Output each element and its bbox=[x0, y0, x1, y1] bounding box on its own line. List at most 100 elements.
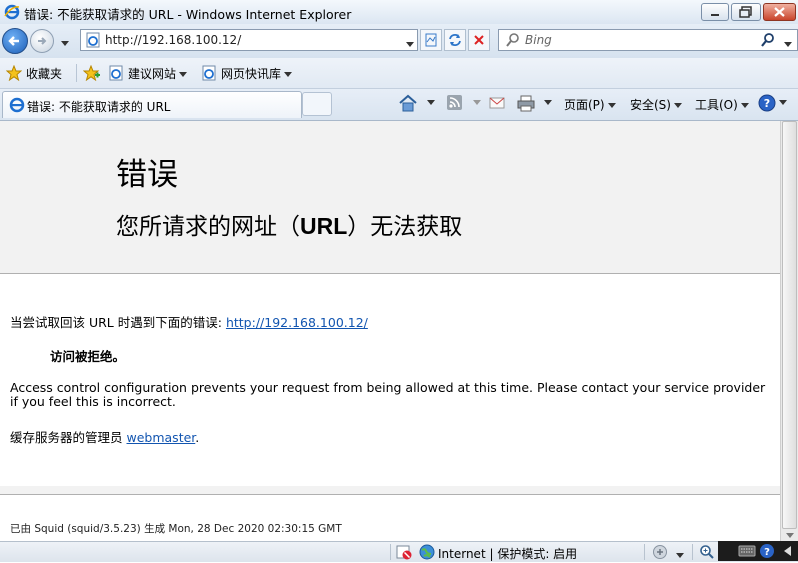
home-dropdown[interactable] bbox=[424, 95, 435, 109]
blocked-content-icon[interactable] bbox=[396, 544, 412, 563]
compatibility-view-button[interactable] bbox=[420, 29, 442, 51]
suggested-sites-icon bbox=[108, 65, 124, 84]
new-tab-button[interactable] bbox=[302, 92, 332, 116]
page-subtitle: 您所请求的网址（URL）无法获取 bbox=[116, 207, 462, 241]
requested-url-link[interactable]: http://192.168.100.12/ bbox=[226, 315, 368, 330]
security-zone-text[interactable]: Internet | 保护模式: 启用 bbox=[438, 545, 577, 562]
refresh-icon bbox=[449, 34, 461, 46]
search-placeholder[interactable]: Bing bbox=[525, 33, 552, 47]
home-button[interactable] bbox=[398, 94, 418, 115]
help-icon: ? bbox=[758, 94, 776, 112]
page-menu[interactable]: 页面(P) bbox=[564, 96, 616, 113]
address-dropdown[interactable] bbox=[403, 37, 414, 51]
window-title: 错误: 不能获取请求的 URL - Windows Internet Explo… bbox=[24, 7, 352, 22]
system-tray: ? bbox=[718, 541, 798, 561]
attempt-message: 当尝试取回该 URL 时遇到下面的错误: http://192.168.100.… bbox=[10, 312, 368, 331]
web-slice-gallery-icon bbox=[201, 65, 217, 84]
safety-menu[interactable]: 安全(S) bbox=[630, 96, 682, 113]
attempt-text: 当尝试取回该 URL 时遇到下面的错误: bbox=[10, 315, 222, 330]
address-bar[interactable]: http://192.168.100.12/ bbox=[80, 29, 418, 51]
svg-text:?: ? bbox=[764, 97, 770, 110]
maximize-button[interactable] bbox=[731, 3, 761, 21]
webmaster-link[interactable]: webmaster bbox=[127, 430, 196, 445]
search-button[interactable] bbox=[759, 32, 775, 51]
chevron-down-icon bbox=[607, 103, 616, 108]
feeds-button[interactable] bbox=[446, 94, 464, 115]
favorites-button[interactable]: 收藏夹 bbox=[26, 65, 62, 82]
divider bbox=[692, 544, 693, 560]
search-provider-icon bbox=[505, 32, 521, 51]
stop-button[interactable] bbox=[468, 29, 490, 51]
compatibility-icon bbox=[425, 33, 437, 47]
add-to-favorites-icon[interactable] bbox=[82, 64, 101, 84]
chevron-down-icon bbox=[740, 103, 749, 108]
help-dropdown[interactable] bbox=[776, 95, 787, 109]
vertical-scrollbar[interactable] bbox=[780, 121, 798, 541]
chevron-down-icon bbox=[779, 100, 787, 105]
tray-help-icon[interactable]: ? bbox=[759, 543, 775, 562]
read-mail-button[interactable] bbox=[488, 95, 506, 114]
internet-zone-icon bbox=[419, 544, 435, 563]
tab-label: 错误: 不能获取请求的 URL bbox=[27, 100, 171, 114]
forward-button[interactable] bbox=[30, 29, 54, 53]
divider bbox=[644, 544, 645, 560]
refresh-button[interactable] bbox=[444, 29, 466, 51]
favorites-star-icon bbox=[5, 64, 23, 84]
command-row: 错误: 不能获取请求的 URL 页面(P) 安全(S) 工具(O) ? bbox=[0, 89, 798, 121]
ie-logo-icon bbox=[4, 4, 20, 23]
chevron-down-icon bbox=[284, 72, 293, 77]
chevron-down-icon bbox=[676, 553, 684, 558]
subtitle-prefix: 您所请求的网址（ bbox=[116, 214, 300, 239]
close-button[interactable] bbox=[763, 3, 796, 21]
rss-feed-icon bbox=[447, 95, 462, 110]
admin-text: 缓存服务器的管理员 bbox=[10, 430, 123, 445]
favorites-bar: 收藏夹 建议网站 网页快讯库 bbox=[0, 58, 798, 89]
acl-message-line1: Access control configuration prevents yo… bbox=[10, 380, 766, 395]
web-slice-gallery-link[interactable]: 网页快讯库 bbox=[221, 65, 293, 82]
history-dropdown[interactable] bbox=[58, 36, 69, 50]
page-content: 错误 您所请求的网址（URL）无法获取 当尝试取回该 URL 时遇到下面的错误:… bbox=[0, 121, 780, 541]
svg-text:?: ? bbox=[764, 547, 770, 558]
chevron-down-icon bbox=[406, 42, 414, 47]
scrollbar-thumb[interactable] bbox=[782, 121, 797, 529]
print-button[interactable] bbox=[517, 94, 535, 115]
tray-expand-icon[interactable] bbox=[782, 544, 794, 561]
access-denied-text: 访问被拒绝。 bbox=[50, 349, 126, 364]
admin-message: 缓存服务器的管理员 webmaster. bbox=[10, 427, 199, 446]
suggested-sites-link[interactable]: 建议网站 bbox=[128, 65, 188, 82]
back-button[interactable] bbox=[2, 28, 28, 54]
subtitle-suffix: ）无法获取 bbox=[347, 214, 463, 239]
zoom-options-dropdown[interactable] bbox=[673, 548, 684, 562]
address-text[interactable]: http://192.168.100.12/ bbox=[105, 33, 241, 47]
chevron-down-icon bbox=[544, 100, 552, 105]
minimize-button[interactable] bbox=[701, 3, 729, 21]
chevron-down-icon bbox=[473, 100, 481, 105]
divider bbox=[390, 544, 391, 560]
printer-icon bbox=[517, 95, 535, 112]
chevron-down-icon bbox=[784, 42, 792, 47]
chevron-down-icon bbox=[179, 72, 188, 77]
tools-menu[interactable]: 工具(O) bbox=[695, 96, 749, 113]
title-bar: 错误: 不能获取请求的 URL - Windows Internet Explo… bbox=[0, 0, 798, 25]
footer-divider bbox=[0, 486, 780, 495]
search-options-dropdown[interactable] bbox=[781, 37, 792, 51]
status-bar: Internet | 保护模式: 启用 bbox=[0, 541, 798, 562]
page-title: 错误 bbox=[116, 157, 178, 192]
admin-period: . bbox=[195, 430, 200, 445]
stop-icon bbox=[474, 35, 484, 45]
zoom-button[interactable] bbox=[699, 544, 715, 563]
tab-current[interactable]: 错误: 不能获取请求的 URL bbox=[2, 91, 302, 118]
ie-page-icon bbox=[9, 97, 25, 116]
mail-icon bbox=[489, 97, 505, 109]
chevron-down-icon bbox=[427, 100, 435, 105]
feeds-dropdown[interactable] bbox=[470, 95, 481, 109]
home-icon bbox=[399, 94, 417, 112]
print-dropdown[interactable] bbox=[541, 95, 552, 109]
page-icon bbox=[85, 32, 101, 51]
search-box[interactable]: Bing bbox=[498, 29, 798, 51]
zoom-icon bbox=[700, 545, 714, 559]
chevron-down-icon bbox=[61, 41, 69, 46]
protected-mode-icon[interactable] bbox=[652, 544, 668, 563]
keyboard-icon[interactable] bbox=[738, 545, 756, 560]
help-button[interactable]: ? bbox=[758, 94, 776, 115]
